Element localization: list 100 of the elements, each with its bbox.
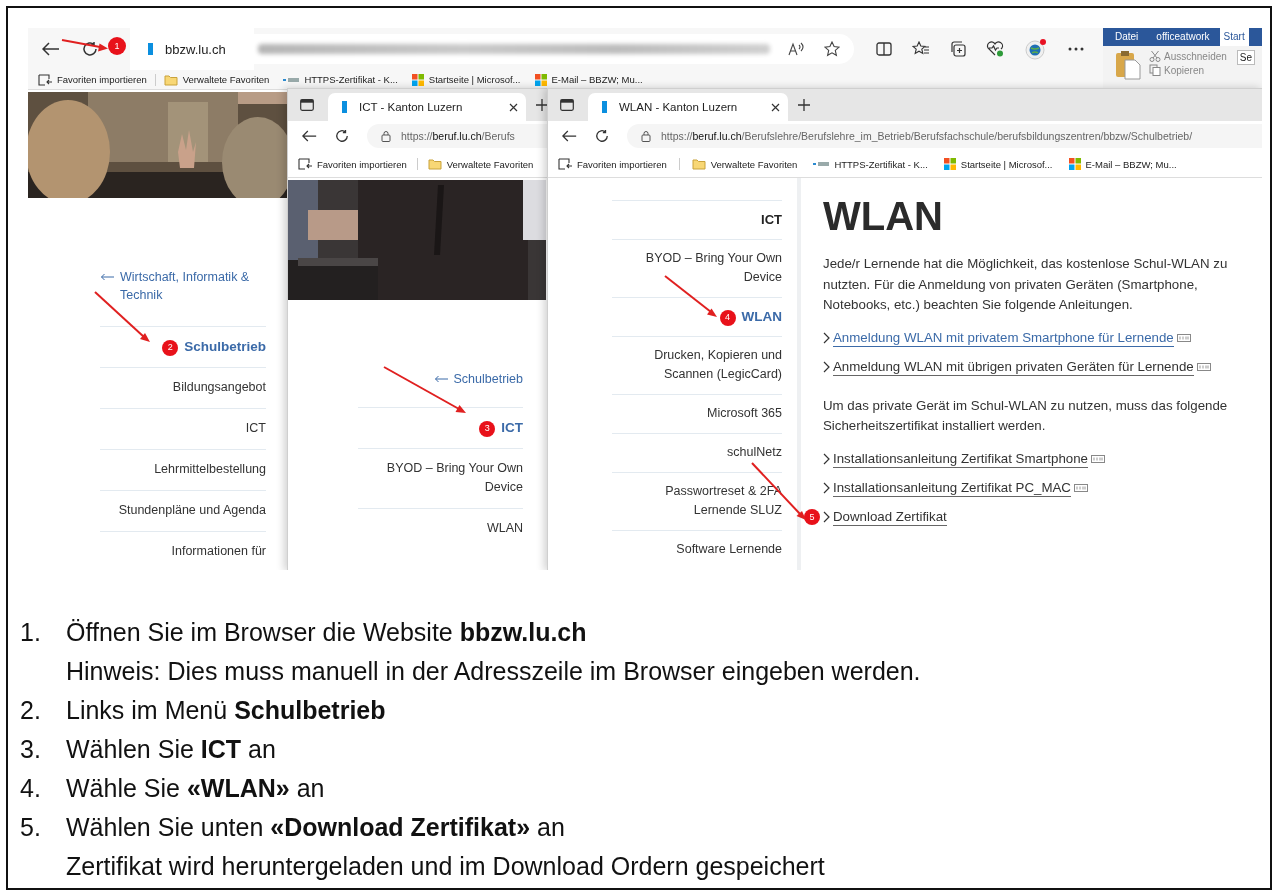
document-link[interactable]: Anmeldung WLAN mit übrigen privaten Geräten für Lernende [833, 358, 1194, 376]
nav-item[interactable]: Stundenpläne und Agenda [100, 490, 266, 531]
back-link[interactable]: Wirtschaft, Informatik & Technik [100, 268, 266, 326]
four-squares-icon [534, 73, 547, 86]
chevron-icon [823, 332, 830, 344]
tab-favicon-icon [342, 101, 347, 113]
tab-actions-icon[interactable] [560, 99, 574, 111]
favorites-icon[interactable] [912, 41, 930, 57]
browser-tab[interactable]: WLAN - Kanton Luzern [588, 93, 788, 121]
bookmark[interactable]: E-Mail – BBZW; Mu... [534, 73, 643, 86]
folder-icon [691, 158, 706, 170]
browser-tab[interactable]: bbzw.lu.ch [130, 28, 254, 70]
bookmark[interactable]: Verwaltete Favoriten [163, 73, 270, 86]
ribbon-tab[interactable]: Datei [1111, 28, 1143, 46]
globe-icon[interactable] [1024, 38, 1048, 60]
collections-icon[interactable] [950, 41, 966, 57]
nav-heading[interactable]: ICT [612, 200, 782, 239]
step-number: 2. [20, 695, 42, 726]
nav-item[interactable]: BYOD – Bring Your Own Device [358, 448, 523, 508]
chevron-icon [823, 482, 830, 494]
plus-icon[interactable] [536, 99, 548, 111]
scissors-icon [1149, 50, 1161, 62]
step-badge: 5 [804, 509, 820, 525]
instruction-text: Wählen Sie ICT an [66, 734, 276, 765]
nav-item[interactable]: Bildungsangebot [100, 367, 266, 408]
four-squares-icon [1068, 158, 1081, 170]
ribbon-tab[interactable]: officeatwork [1152, 28, 1214, 46]
nav-item[interactable]: schulNetz [612, 433, 782, 472]
back-link[interactable]: Schulbetrieb [358, 370, 523, 407]
back-arrow-icon[interactable] [42, 42, 60, 56]
nav-item[interactable]: Software Lernende [612, 530, 782, 569]
dash-icon [283, 76, 300, 83]
nav-item[interactable]: WLAN [358, 508, 523, 549]
back-arrow-icon[interactable] [302, 130, 317, 142]
chevron-icon [823, 361, 830, 373]
address-bar[interactable]: https://beruf.lu.ch/Berufs [367, 124, 548, 148]
dash-icon [813, 161, 830, 167]
bookmark[interactable]: Favoriten importieren [558, 158, 667, 170]
ribbon-tab[interactable]: Start [1219, 28, 1249, 46]
instruction-note: Hinweis: Dies muss manuell in der Adresszeile im Browser eingeben werden. [66, 656, 921, 687]
clipboard-icon[interactable] [1115, 50, 1141, 80]
document-link[interactable]: Download Zertifikat [833, 508, 947, 526]
folder-icon [163, 73, 178, 86]
instruction-text: Wähle Sie «WLAN» an [66, 773, 325, 804]
nav-item[interactable]: BYOD – Bring Your Own Device [612, 239, 782, 297]
refresh-icon[interactable] [82, 41, 98, 57]
chevron-icon [823, 453, 830, 465]
four-squares-icon [943, 158, 956, 170]
close-icon[interactable] [771, 102, 780, 112]
heart-icon[interactable] [986, 41, 1004, 57]
split-screen-icon[interactable] [876, 42, 892, 56]
bookmark[interactable]: HTTPS-Zertifikat - K... [813, 158, 928, 170]
url-text: https://beruf.lu.ch/Berufslehre/Berufslehre_im_Betrieb/Berufsfachschule/berufsbildungszentren/bbzw/Schulbetrieb/ [661, 130, 1193, 142]
page-title: WLAN [823, 193, 944, 240]
instruction-note: Zertifikat wird heruntergeladen und im Download Ordern gespeichert [66, 851, 825, 882]
bookmark[interactable]: E-Mail – BBZW; Mu... [1068, 158, 1177, 170]
star-icon[interactable] [824, 41, 840, 57]
bookmark[interactable]: Startseite | Microsof... [943, 158, 1053, 170]
read-aloud-icon[interactable] [788, 42, 806, 56]
document-link[interactable]: Installationsanleitung Zertifikat PC_MAC [833, 479, 1071, 497]
tab-actions-icon[interactable] [300, 99, 314, 111]
import-icon [558, 158, 572, 170]
browser-tab[interactable]: ICT - Kanton Luzern [328, 93, 526, 121]
font-field[interactable]: Se [1236, 50, 1256, 65]
step-number: 3. [20, 734, 42, 765]
close-icon[interactable] [509, 102, 518, 112]
back-arrow-icon[interactable] [562, 130, 577, 142]
tab-favicon-icon [602, 101, 607, 113]
refresh-icon[interactable] [595, 129, 609, 143]
bookmark[interactable]: Verwaltete Favoriten [427, 158, 534, 170]
nav-item[interactable]: Microsoft 365 [612, 394, 782, 433]
step-number: 5. [20, 812, 42, 843]
bookmark[interactable]: Startseite | Microsof... [411, 73, 521, 86]
import-icon [298, 158, 312, 170]
bookmark[interactable]: Favoriten importieren [38, 73, 147, 86]
address-bar[interactable]: https://beruf.lu.ch/Berufslehre/Berufslehre_im_Betrieb/Berufsfachschule/berufsbildungszentren/bbzw/Schulbetrieb/ [627, 124, 1262, 148]
copy-icon [1149, 64, 1161, 76]
four-squares-icon [411, 73, 424, 86]
document-link[interactable]: Installationsanleitung Zertifikat Smartphone [833, 450, 1088, 468]
more-icon[interactable] [1068, 47, 1084, 51]
folder-icon [427, 158, 442, 170]
url-text: https://beruf.lu.ch/Berufs [401, 130, 515, 142]
bookmark[interactable]: Verwaltete Favoriten [691, 158, 798, 170]
bookmark[interactable]: HTTPS-Zertifikat - K... [283, 74, 398, 85]
refresh-icon[interactable] [335, 129, 349, 143]
pointer-arrow [664, 275, 717, 317]
nav-item[interactable]: Lehrmittelbestellung [100, 449, 266, 490]
lock-icon [381, 130, 391, 142]
bookmark[interactable]: Favoriten importieren [298, 158, 407, 170]
step-number: 4. [20, 773, 42, 804]
nav-item[interactable]: ICT [100, 408, 266, 449]
instruction-text: Öffnen Sie im Browser die Website bbzw.lu.ch [66, 617, 588, 648]
document-link[interactable]: Anmeldung WLAN mit privatem Smartphone für Lernende [833, 329, 1174, 347]
instruction-text: Wählen Sie unten «Download Zertifikat» an [66, 812, 566, 843]
plus-icon[interactable] [798, 99, 810, 111]
nav-item[interactable]: Informationen für [100, 531, 266, 570]
nav-item[interactable]: Drucken, Kopieren und Scannen (LegicCard) [612, 336, 782, 394]
import-icon [38, 73, 52, 86]
paragraph: Um das private Gerät im Schul-WLAN zu nutzen, muss das folgende Sicherheitszertifikat installiert werden. [823, 396, 1229, 435]
nav-item[interactable]: 4 WLAN [612, 297, 782, 336]
